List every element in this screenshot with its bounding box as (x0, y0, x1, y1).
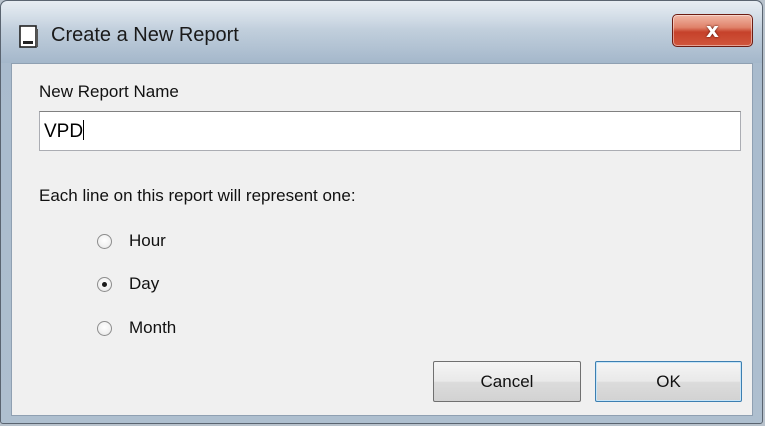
radio-month-circle[interactable] (97, 321, 112, 336)
report-name-label: New Report Name (39, 82, 179, 101)
dialog-body: New Report Name VPD Each line on this re… (11, 63, 753, 416)
radio-day-circle[interactable] (97, 277, 112, 292)
radio-hour-label[interactable]: Hour (129, 231, 166, 251)
title-bar[interactable]: Create a New Report x (1, 1, 762, 63)
close-button[interactable]: x (672, 14, 753, 47)
interval-label: Each line on this report will represent … (39, 186, 356, 205)
ok-button[interactable]: OK (595, 361, 742, 402)
close-icon: x (706, 18, 719, 42)
dialog-title: Create a New Report (51, 24, 239, 46)
report-name-input[interactable]: VPD (39, 111, 741, 151)
radio-hour-circle[interactable] (97, 234, 112, 249)
create-report-dialog: Create a New Report x New Report Name VP… (0, 0, 763, 424)
radio-selected-dot (102, 282, 107, 287)
text-caret (83, 120, 85, 140)
radio-month-label[interactable]: Month (129, 318, 176, 338)
cancel-button[interactable]: Cancel (433, 361, 581, 402)
report-name-value: VPD (44, 121, 84, 142)
radio-day-label[interactable]: Day (129, 274, 159, 294)
report-icon (18, 25, 40, 49)
